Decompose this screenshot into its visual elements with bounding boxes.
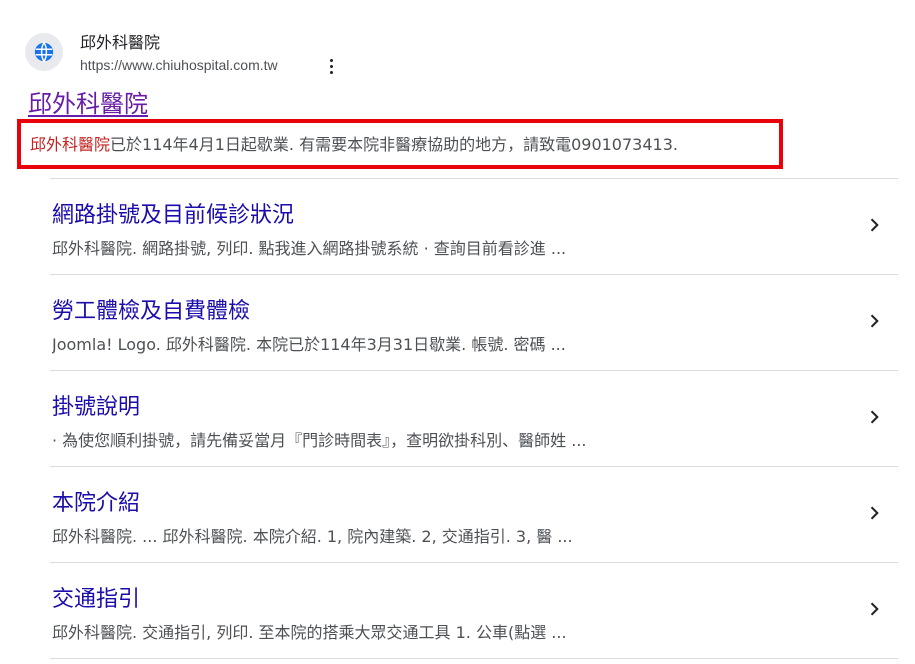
chevron-right-icon[interactable]	[864, 599, 884, 619]
sitelink-health-check[interactable]: 勞工體檢及自費體檢 Joomla! Logo. 邱外科醫院. 本院已於114年3…	[50, 274, 898, 370]
site-header: 邱外科醫院 https://www.chiuhospital.com.tw	[25, 27, 425, 77]
sitelink-description: 邱外科醫院. 交通指引, 列印. 至本院的搭乘大眾交通工具 1. 公車(點選 .…	[52, 623, 567, 642]
chevron-right-icon[interactable]	[864, 503, 884, 523]
globe-icon[interactable]	[25, 33, 63, 71]
more-vert-icon[interactable]	[323, 57, 339, 75]
sitelink-description: 邱外科醫院. ... 邱外科醫院. 本院介紹. 1, 院內建築. 2, 交通指引…	[52, 527, 573, 546]
highlight-box: 邱外科醫院已於114年4月1日起歇業. 有需要本院非醫療協助的地方，請致電090…	[17, 119, 783, 169]
sitelink-description: Joomla! Logo. 邱外科醫院. 本院已於114年3月31日歇業. 帳號…	[52, 335, 566, 354]
snippet-text: 已於114年4月1日起歇業. 有需要本院非醫療協助的地方，請致電09010734…	[110, 135, 678, 154]
chevron-right-icon[interactable]	[864, 407, 884, 427]
sitelink-description: · 為使您順利掛號，請先備妥當月『門診時間表』，查明欲掛科別、醫師姓 ...	[52, 431, 587, 450]
sitelink-registration[interactable]: 網路掛號及目前候診狀況 邱外科醫院. 網路掛號, 列印. 點我進入網路掛號系統 …	[50, 178, 898, 274]
result-title-link[interactable]: 邱外科醫院	[28, 84, 148, 119]
site-name[interactable]: 邱外科醫院	[80, 29, 160, 53]
sitelink-directions[interactable]: 交通指引 邱外科醫院. 交通指引, 列印. 至本院的搭乘大眾交通工具 1. 公車…	[50, 562, 898, 659]
snippet-highlight: 邱外科醫院	[30, 135, 111, 154]
sitelink-registration-guide[interactable]: 掛號說明 · 為使您順利掛號，請先備妥當月『門診時間表』，查明欲掛科別、醫師姓 …	[50, 370, 898, 466]
chevron-right-icon[interactable]	[864, 311, 884, 331]
site-url[interactable]: https://www.chiuhospital.com.tw	[80, 57, 278, 73]
sitelink-title[interactable]: 勞工體檢及自費體檢	[52, 293, 250, 325]
sitelinks-list: 網路掛號及目前候診狀況 邱外科醫院. 網路掛號, 列印. 點我進入網路掛號系統 …	[50, 178, 898, 659]
sitelink-title[interactable]: 網路掛號及目前候診狀況	[52, 197, 294, 229]
sitelink-title[interactable]: 掛號說明	[52, 389, 140, 421]
sitelink-title[interactable]: 交通指引	[52, 581, 140, 613]
sitelink-about[interactable]: 本院介紹 邱外科醫院. ... 邱外科醫院. 本院介紹. 1, 院內建築. 2,…	[50, 466, 898, 562]
result-snippet: 邱外科醫院已於114年4月1日起歇業. 有需要本院非醫療協助的地方，請致電090…	[30, 131, 678, 155]
sitelink-title[interactable]: 本院介紹	[52, 485, 140, 517]
chevron-right-icon[interactable]	[864, 215, 884, 235]
sitelink-description: 邱外科醫院. 網路掛號, 列印. 點我進入網路掛號系統 · 查詢目前看診進 ..…	[52, 239, 567, 258]
